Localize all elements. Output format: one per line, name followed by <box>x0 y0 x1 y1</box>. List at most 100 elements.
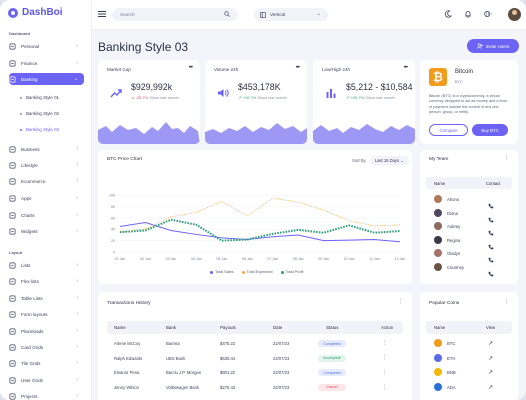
status-badge: Incomplete <box>318 354 346 362</box>
bell-icon[interactable] <box>464 10 472 18</box>
sidebar-item-lists[interactable]: Lists › <box>9 259 84 271</box>
layout-select[interactable]: Vertical ⌄ <box>254 8 328 21</box>
arrow-up-right-icon[interactable]: ↗ <box>488 340 493 347</box>
sidebar-item-form-layouts[interactable]: Form layouts › <box>9 308 84 320</box>
stat-card-market-cap: Market Cap ••• $929,992k ↘ -29.7% Since las… <box>98 60 200 144</box>
stat-card-low-high-24h: Low/High 24h ••• $5,212 - $10,584 ↗ +00.7% … <box>313 60 415 144</box>
phone-icon[interactable] <box>488 196 494 209</box>
add-user-icon <box>476 43 483 49</box>
coin-card: ₿ Bitcoin BTC Bitcoin (BTC) is a cryptoc… <box>420 60 518 144</box>
sidebar-item-banking[interactable]: Banking ⌄ <box>9 73 84 85</box>
sidebar-item-placeloads[interactable]: Placeloads › <box>9 325 84 337</box>
sidebar-item-projects[interactable]: Projects › <box>9 390 84 400</box>
sort-by-label: Sort By <box>352 158 366 163</box>
app-logo[interactable]: DashBoi <box>8 7 63 18</box>
more-horizontal-icon[interactable]: ••• <box>404 65 408 71</box>
card-grid-icon <box>9 344 16 351</box>
sidebar-item-user-grids[interactable]: User Grids › <box>9 374 84 386</box>
user-avatar[interactable] <box>508 8 521 21</box>
legend-total-profit: Total Profit <box>280 270 303 274</box>
row-more-icon[interactable]: ⋮ <box>382 369 387 375</box>
series-line-total-sales <box>119 222 401 243</box>
sidebar-subitem-banking-style-03[interactable]: Banking Style 03 <box>20 127 59 132</box>
transactions-more-icon[interactable]: ⋮ <box>398 299 403 305</box>
tx-name: Ralph Edwards <box>114 355 143 361</box>
sidebar-item-card-grids[interactable]: Card Grids › <box>9 341 84 353</box>
sidebar-item-ecommerce[interactable]: Ecommerce › <box>9 175 84 187</box>
coins-col-view: View <box>486 325 496 330</box>
row-more-icon[interactable]: ⋮ <box>382 384 387 390</box>
table-row[interactable] <box>107 352 403 366</box>
coins-more-icon[interactable]: ⋮ <box>504 299 509 305</box>
search-input[interactable]: Search <box>112 8 238 21</box>
chevron-right-icon: › <box>76 393 78 399</box>
stat-change-note: Since last month <box>365 95 395 100</box>
top-header: Search Vertical ⌄ <box>92 0 526 30</box>
briefcase-icon <box>9 146 16 153</box>
column-header-status: Status <box>326 325 339 330</box>
status-badge: Completed <box>318 369 346 376</box>
column-header-action: Action <box>381 325 394 330</box>
phone-icon[interactable] <box>488 210 494 222</box>
sidebar-item-finance[interactable]: Finance › <box>9 57 84 69</box>
sidebar-item-label: Form layouts <box>21 311 48 317</box>
compare-button[interactable]: Compare <box>429 124 468 136</box>
sidebar-item-tile-grids[interactable]: Tile Grids › <box>9 357 84 369</box>
stat-change: ↗ +00.7% Since last month <box>346 95 395 100</box>
sidebar-item-personal[interactable]: Personal › <box>9 40 84 52</box>
app-window: DashBoi Dashboard Personal › Finance › Banki… <box>0 0 526 400</box>
table-row[interactable] <box>107 366 403 380</box>
sidebar-item-charts[interactable]: Charts › <box>9 209 84 221</box>
chevron-right-icon: › <box>76 195 78 201</box>
x-tick-label: 09 Jan <box>318 257 329 260</box>
y-tick-label: 100 <box>109 194 115 198</box>
sidebar-item-label: Flex lists <box>21 278 39 284</box>
team-more-icon[interactable]: ⋮ <box>504 155 509 161</box>
flex-list-icon <box>9 278 16 285</box>
popular-coins-card: Popular Coins ⋮ Name View BTC ↗ ETH ↗ BNB ↗ AD… <box>420 292 518 400</box>
table-row[interactable] <box>107 381 403 395</box>
bank-icon <box>9 76 16 83</box>
phone-icon[interactable] <box>488 250 494 263</box>
sort-select[interactable]: Last 15 Days ⌄ <box>369 156 409 165</box>
chevron-right-icon: › <box>76 278 78 284</box>
row-more-icon[interactable]: ⋮ <box>382 355 387 361</box>
sidebar-item-flex-lists[interactable]: Flex lists › <box>9 275 84 287</box>
phone-icon[interactable] <box>488 264 494 276</box>
chart-title: BTC Price Chart <box>107 157 142 162</box>
coins-col-name: Name <box>434 325 446 330</box>
sidebar-subitem-banking-style-01[interactable]: Banking Style 01 <box>20 95 59 100</box>
sidebar-item-apps[interactable]: Apps › <box>9 192 84 204</box>
sort-by: Sort By Last 15 Days ⌄ <box>352 156 409 165</box>
transactions-card: Transactions History ⋮ Name Bank Payouts Da… <box>98 292 412 400</box>
arrow-up-right-icon[interactable]: ↗ <box>488 384 493 391</box>
sidebar-subitem-banking-style-02[interactable]: Banking Style 02 <box>20 111 59 116</box>
invite-users-button[interactable]: Invite Users <box>467 39 519 53</box>
table-row[interactable] <box>107 337 403 351</box>
sidebar-item-lifestyle[interactable]: Lifestyle › <box>9 159 84 171</box>
language-globe-icon[interactable] <box>484 10 492 18</box>
tx-date: 22/07/23 <box>273 384 290 390</box>
x-tick-label: 04 Jan <box>191 257 202 260</box>
sparkline-area <box>98 122 200 144</box>
status-badge: Completed <box>318 340 346 347</box>
sidebar-item-widgets[interactable]: Widgets › <box>9 225 84 237</box>
arrow-up-right-icon[interactable]: ↗ <box>488 355 493 362</box>
more-horizontal-icon[interactable]: ••• <box>189 65 193 71</box>
team-member-avatar <box>434 249 442 257</box>
tx-payout: $275.43 <box>220 384 236 390</box>
row-more-icon[interactable]: ⋮ <box>382 340 387 346</box>
buy-btc-button[interactable]: Buy BTC <box>472 124 508 136</box>
column-header-bank: Bank <box>166 325 177 330</box>
phone-icon[interactable] <box>488 223 494 236</box>
sidebar-item-table-lists[interactable]: Table Lists › <box>9 292 84 304</box>
phone-icon[interactable] <box>488 237 494 249</box>
sidebar-item-label: Finance <box>21 60 38 66</box>
arrow-up-right-icon[interactable]: ↗ <box>488 369 493 376</box>
moon-icon[interactable] <box>444 10 452 18</box>
menu-icon[interactable] <box>98 10 106 18</box>
more-horizontal-icon[interactable]: ••• <box>296 65 300 71</box>
sidebar-item-business[interactable]: Business › <box>9 143 84 155</box>
sidebar-item-label: Projects <box>21 393 38 399</box>
sidebar: DashBoi Dashboard Personal › Finance › Banki… <box>0 0 92 400</box>
